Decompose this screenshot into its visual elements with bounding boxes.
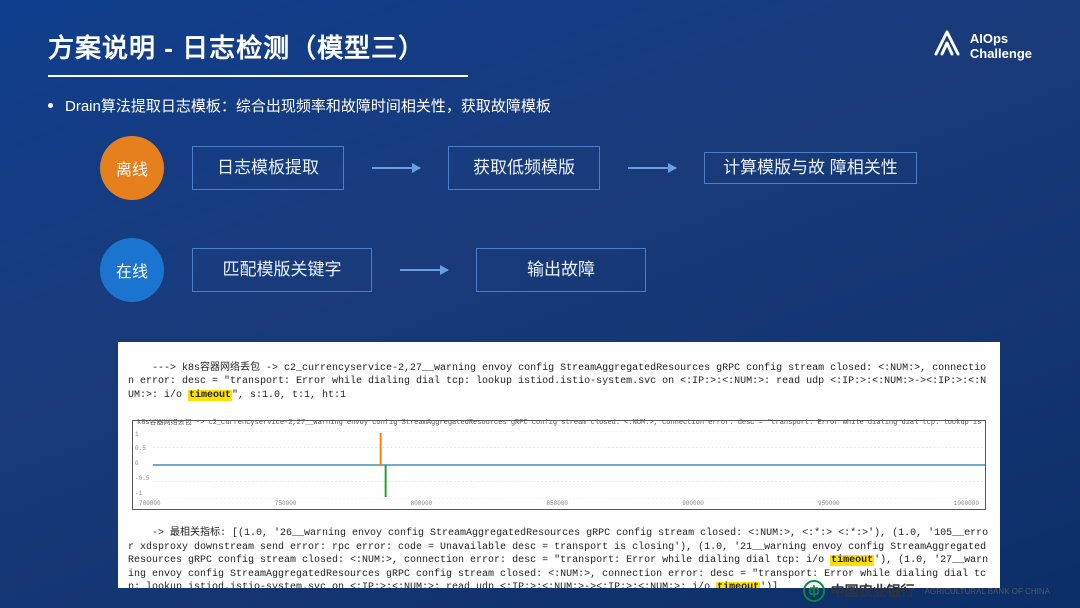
chart-svg	[133, 431, 985, 499]
highlight-timeout-1: timeout	[188, 390, 232, 401]
chart-caption: k8s容器网络丢包 -> c2_currencyservice-2,27__wa…	[137, 419, 981, 428]
xtick: 950000	[818, 500, 840, 508]
offline-step-1: 日志模板提取	[192, 146, 344, 189]
bullet-row: Drain算法提取日志模板：综合出现频率和故障时间相关性，获取故障模板	[0, 77, 1080, 116]
flow-online-row: 在线 匹配模版关键字 输出故障	[100, 238, 1032, 302]
title-underline	[48, 75, 468, 77]
aiops-line1: AIOps	[970, 31, 1008, 46]
flow-area: 离线 日志模板提取 获取低频模版 计算模版与故 障相关性 在线 匹配模版关键字 …	[0, 116, 1080, 302]
aiops-line2: Challenge	[970, 46, 1032, 61]
arrow-icon	[400, 269, 448, 271]
log-panel: ---> k8s容器网络丢包 -> c2_currencyservice-2,2…	[118, 342, 1000, 588]
arrow-icon	[372, 167, 420, 169]
online-step-1: 匹配模版关键字	[192, 248, 372, 291]
bank-logo-icon	[803, 580, 825, 602]
slide-header: 方案说明 - 日志检测（模型三） AIOps Challenge	[0, 0, 1080, 77]
offline-step-2: 获取低频模版	[448, 146, 600, 189]
log-line-1: ---> k8s容器网络丢包 -> c2_currencyservice-2,2…	[128, 348, 990, 416]
correlation-chart: k8s容器网络丢包 -> c2_currencyservice-2,27__wa…	[132, 420, 986, 510]
bullet-dot-icon	[48, 103, 53, 108]
xtick: 850000	[546, 500, 568, 508]
xtick: 750000	[275, 500, 297, 508]
log-line-2: -> 最相关指标: [(1.0, '26__warning envoy conf…	[128, 514, 990, 589]
aiops-logo: AIOps Challenge	[932, 28, 1032, 65]
highlight-timeout-2: timeout	[830, 555, 874, 566]
xtick: 900000	[682, 500, 704, 508]
xtick: 800000	[411, 500, 433, 508]
arrow-icon	[628, 167, 676, 169]
log-line-2c: ')]	[760, 582, 778, 588]
bank-name-en: AGRICULTURAL BANK OF CHINA	[925, 587, 1050, 596]
bank-name-cn: 中国农业银行	[831, 581, 915, 601]
log-line-1b: ", s:1.0, t:1, ht:1	[232, 390, 346, 401]
xtick: 1000000	[954, 500, 979, 508]
highlight-timeout-3: timeout	[716, 582, 760, 588]
flow-offline-row: 离线 日志模板提取 获取低频模版 计算模版与故 障相关性	[100, 136, 1032, 200]
aiops-logo-text: AIOps Challenge	[970, 32, 1032, 61]
offline-step-3: 计算模版与故 障相关性	[704, 152, 917, 183]
title-wrap: 方案说明 - 日志检测（模型三）	[48, 28, 468, 77]
aiops-logo-mark	[932, 28, 962, 65]
slide-title: 方案说明 - 日志检测（模型三）	[48, 28, 468, 65]
chart-xticks: 700000 750000 800000 850000 900000 95000…	[133, 500, 985, 508]
online-step-2: 输出故障	[476, 248, 646, 291]
xtick: 700000	[139, 500, 161, 508]
bank-logo: 中国农业银行 AGRICULTURAL BANK OF CHINA	[803, 580, 1050, 602]
online-badge: 在线	[100, 238, 164, 302]
offline-badge: 离线	[100, 136, 164, 200]
bullet-text: Drain算法提取日志模板：综合出现频率和故障时间相关性，获取故障模板	[65, 95, 551, 116]
